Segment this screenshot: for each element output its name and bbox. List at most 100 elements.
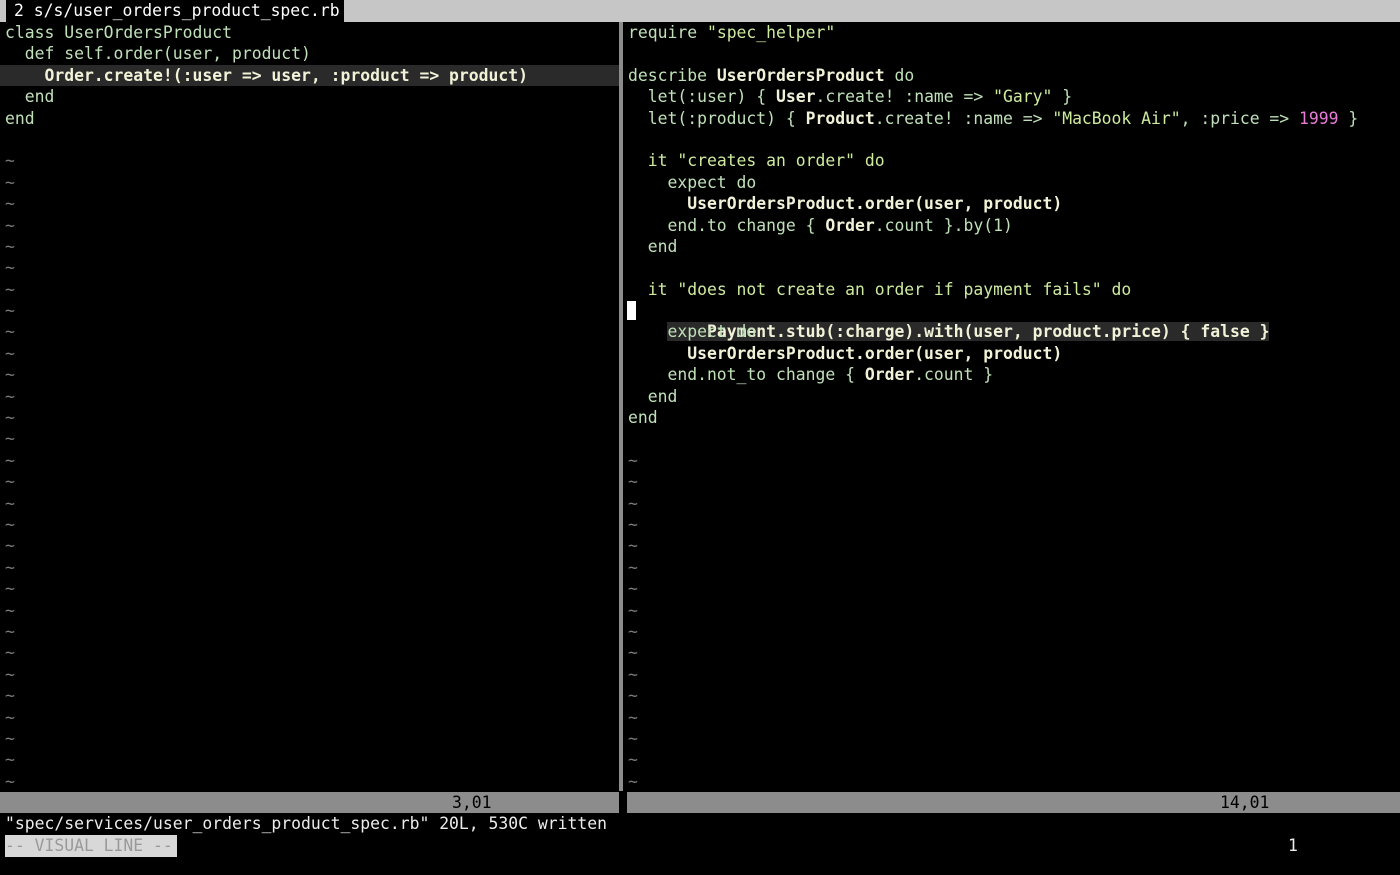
empty-line-marker: ~: [5, 621, 15, 641]
code-line-text: UserOrdersProduct.order(user, product): [687, 343, 1063, 363]
statusline-right[interactable]: spec/services/user_orders_product_spec.r…: [627, 792, 1400, 833]
text-cursor: [627, 301, 636, 321]
code-line[interactable]: it "creates an order" do: [627, 150, 1400, 171]
code-line-text: class UserOrdersProduct: [5, 23, 232, 42]
code-line-text: let(:user) { User.create! :name => "Gary…: [628, 87, 1073, 107]
code-line-text: Order.create!(:user => user, :product =>…: [5, 65, 529, 85]
empty-line-marker: ~: [628, 621, 638, 641]
code-line[interactable]: UserOrdersProduct.order(user, product): [627, 193, 1400, 214]
code-line[interactable]: UserOrdersProduct.order(user, product): [627, 343, 1400, 364]
statusline-filename: spec/services/user_orders_product_spec.r…: [646, 814, 1121, 833]
code-line-blank[interactable]: [0, 129, 619, 150]
vertical-split-separator[interactable]: [619, 22, 627, 791]
statusline-left[interactable]: <services/user_orders_product.rb (ruby) …: [0, 792, 619, 833]
code-line-text: end.to change { Order.count }.by(1): [628, 215, 1013, 235]
empty-line-marker: ~: [628, 493, 638, 513]
command-count: 1: [1288, 836, 1298, 855]
tabline: 2 s/s/user_orders_product_spec.rb: [0, 0, 1400, 22]
empty-line-marker: ~: [5, 343, 15, 363]
empty-line-marker: ~: [5, 151, 15, 171]
code-line-current[interactable]: Order.create!(:user => user, :product =>…: [0, 64, 619, 87]
editor-pane-right[interactable]: require "spec_helper" describe UserOrder…: [627, 22, 1400, 791]
empty-line-marker: ~: [628, 472, 638, 492]
code-line[interactable]: end.to change { Order.count }.by(1): [627, 215, 1400, 236]
tilde-filler: ~ ~ ~ ~ ~ ~ ~ ~ ~ ~ ~ ~ ~ ~ ~ ~ ~ ~ ~ ~ ~ ~ ~ ~ ~ ~ ~ ~ ~ ~: [0, 150, 619, 791]
empty-line-marker: ~: [5, 408, 15, 428]
code-line-current[interactable]: Payment.stub(:charge).with(user, product…: [627, 300, 1400, 342]
empty-line-marker: ~: [628, 600, 638, 620]
code-line[interactable]: [627, 428, 1400, 449]
empty-line-marker: ~: [5, 514, 15, 534]
code-line[interactable]: [627, 257, 1400, 278]
code-line-text: end: [5, 108, 35, 128]
code-line[interactable]: [627, 43, 1400, 64]
empty-line-marker: ~: [628, 728, 638, 748]
empty-line-marker: ~: [5, 386, 15, 406]
empty-line-marker: ~: [5, 450, 15, 470]
tab-active[interactable]: 2 s/s/user_orders_product_spec.rb: [6, 0, 344, 22]
code-line[interactable]: require "spec_helper": [627, 22, 1400, 43]
mode-indicator: -- VISUAL LINE --: [5, 835, 177, 857]
code-line-text: it "does not create an order if payment …: [628, 279, 1132, 299]
statusline-position: 14,01: [1220, 793, 1270, 812]
empty-line-marker: ~: [628, 557, 638, 577]
code-line-text: end: [628, 408, 658, 428]
code-line[interactable]: end: [0, 86, 619, 107]
empty-line-marker: ~: [5, 557, 15, 577]
code-line-text: def self.order(user, product): [5, 44, 311, 64]
empty-line-marker: ~: [5, 728, 15, 748]
empty-line-marker: ~: [5, 771, 15, 791]
empty-line-marker: ~: [628, 579, 638, 599]
code-line-text: end.not_to change { Order.count }: [628, 365, 994, 385]
empty-line-marker: ~: [628, 664, 638, 684]
empty-line-marker: ~: [628, 750, 638, 770]
code-line-text: describe UserOrdersProduct do: [628, 65, 915, 85]
code-line-text: require "spec_helper": [628, 23, 836, 42]
empty-line-marker: ~: [5, 215, 15, 235]
code-line-text: end: [628, 386, 678, 406]
code-line[interactable]: let(:product) { Product.create! :name =>…: [627, 108, 1400, 129]
tab-label: 2 s/s/user_orders_product_spec.rb: [14, 1, 340, 20]
empty-line-marker: ~: [5, 686, 15, 706]
code-line[interactable]: it "does not create an order if payment …: [627, 279, 1400, 300]
code-line-text: let(:product) { Product.create! :name =>…: [628, 108, 1359, 128]
empty-line-marker: ~: [5, 707, 15, 727]
statusline-position: 3,01: [452, 793, 492, 812]
empty-line-marker: ~: [628, 450, 638, 470]
empty-line-marker: ~: [628, 514, 638, 534]
empty-line-marker: ~: [5, 579, 15, 599]
empty-line-marker: ~: [628, 686, 638, 706]
empty-line-marker: ~: [5, 194, 15, 214]
code-line[interactable]: let(:user) { User.create! :name => "Gary…: [627, 86, 1400, 107]
code-line[interactable]: end.not_to change { Order.count }: [627, 364, 1400, 385]
code-line[interactable]: class UserOrdersProduct: [0, 22, 619, 43]
editor-pane-left[interactable]: class UserOrdersProduct def self.order(u…: [0, 22, 619, 791]
code-line[interactable]: end: [627, 236, 1400, 257]
empty-line-marker: ~: [5, 643, 15, 663]
empty-line-marker: ~: [5, 279, 15, 299]
empty-line-marker: ~: [5, 536, 15, 556]
empty-line-marker: ~: [628, 771, 638, 791]
empty-line-marker: ~: [5, 664, 15, 684]
code-line-text: it "creates an order" do: [628, 151, 885, 171]
empty-line-marker: ~: [628, 643, 638, 663]
code-line[interactable]: [627, 129, 1400, 150]
command-line-message: "spec/services/user_orders_product_spec.…: [5, 814, 607, 833]
code-line-text: end: [628, 236, 678, 256]
empty-line-marker: ~: [5, 258, 15, 278]
code-line[interactable]: expect do: [627, 172, 1400, 193]
code-line[interactable]: end: [627, 386, 1400, 407]
empty-line-marker: ~: [628, 707, 638, 727]
empty-line-marker: ~: [5, 301, 15, 321]
empty-line-marker: ~: [5, 236, 15, 256]
code-line-text: end: [5, 87, 55, 107]
code-line[interactable]: describe UserOrdersProduct do: [627, 65, 1400, 86]
code-line[interactable]: expect do: [627, 321, 1400, 342]
code-line-text: UserOrdersProduct.order(user, product): [687, 194, 1063, 214]
empty-line-marker: ~: [5, 365, 15, 385]
code-line[interactable]: end: [0, 108, 619, 129]
empty-line-marker: ~: [5, 429, 15, 449]
code-line[interactable]: def self.order(user, product): [0, 43, 619, 64]
code-line[interactable]: end: [627, 407, 1400, 428]
code-line-text: expect do: [628, 322, 757, 342]
